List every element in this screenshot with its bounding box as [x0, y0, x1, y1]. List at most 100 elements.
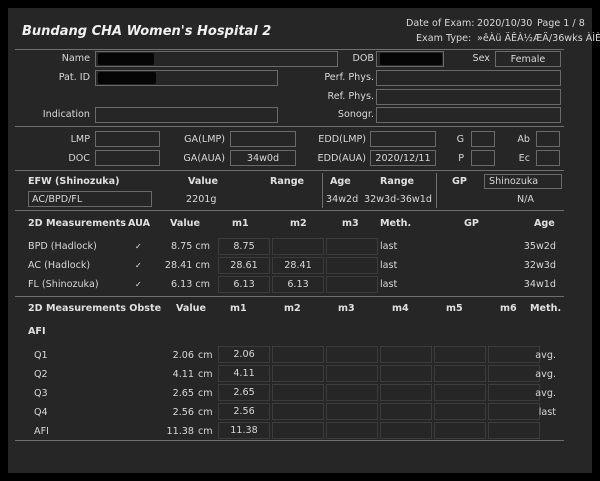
- m2d-aua-header: AUA: [128, 218, 151, 229]
- obst-m2-header: m2: [284, 303, 301, 314]
- obst-m6-cell[interactable]: [488, 422, 540, 439]
- efw-formula-select[interactable]: AC/BPD/FL: [28, 191, 152, 207]
- perf-phys-label: Perf. Phys.: [324, 72, 374, 83]
- m2d-m1-cell[interactable]: 28.61: [218, 257, 270, 274]
- p-label: P: [458, 153, 464, 164]
- m2d-m1-cell[interactable]: 8.75: [218, 238, 270, 255]
- obst-m4-cell[interactable]: [380, 384, 432, 401]
- obst-row-value: 4.11: [172, 369, 194, 380]
- g-field[interactable]: [471, 131, 495, 147]
- obst-row-unit: cm: [198, 350, 213, 361]
- obst-m4-cell[interactable]: [380, 422, 432, 439]
- m2d-m2-cell[interactable]: [272, 238, 324, 255]
- obst-row-name: Q2: [34, 369, 48, 380]
- gp-method-select[interactable]: Shinozuka: [484, 174, 562, 189]
- m2d-row-age: 32w3d: [523, 260, 556, 271]
- obst-m4-cell[interactable]: [380, 365, 432, 382]
- obst-m1-cell[interactable]: 2.56: [218, 403, 270, 420]
- obst-row-meth: avg.: [535, 388, 556, 399]
- sonogr-label: Sonogr.: [337, 109, 374, 120]
- page-indicator: Page 1 / 8: [537, 18, 585, 29]
- m2d-m3-cell[interactable]: [326, 257, 378, 274]
- report-window: Bundang CHA Women's Hospital 2 Date of E…: [8, 8, 600, 473]
- obst-m1-header: m1: [230, 303, 247, 314]
- edd-aua-field[interactable]: 2020/12/11: [370, 150, 436, 166]
- ga-lmp-field[interactable]: [230, 131, 296, 147]
- obst-m2-cell[interactable]: [272, 346, 324, 363]
- obst-m3-cell[interactable]: [326, 384, 378, 401]
- obst-m5-header: m5: [446, 303, 463, 314]
- m2d-m2-cell[interactable]: 6.13: [272, 276, 324, 293]
- obst-m5-cell[interactable]: [434, 422, 486, 439]
- obst-m1-cell[interactable]: 11.38: [218, 422, 270, 439]
- obst-m5-cell[interactable]: [434, 346, 486, 363]
- edd-lmp-field[interactable]: [370, 131, 436, 147]
- ab-field[interactable]: [536, 131, 560, 147]
- exam-date: 2020/10/30: [477, 18, 533, 29]
- obst-m4-cell[interactable]: [380, 403, 432, 420]
- obst-m5-cell[interactable]: [434, 365, 486, 382]
- obst-m3-cell[interactable]: [326, 422, 378, 439]
- obst-row-name: AFI: [34, 426, 49, 437]
- dob-redaction: [380, 53, 442, 65]
- obst-m3-cell[interactable]: [326, 365, 378, 382]
- obst-row-unit: cm: [198, 369, 213, 380]
- obst-m6-header: m6: [500, 303, 517, 314]
- obst-row-name: Q3: [34, 388, 48, 399]
- perf-phys-field[interactable]: [376, 70, 561, 86]
- ga-aua-field[interactable]: 34w0d: [230, 150, 296, 166]
- sonogr-field[interactable]: [376, 107, 561, 123]
- m2d-m1-cell[interactable]: 6.13: [218, 276, 270, 293]
- obst-row-value: 2.06: [172, 350, 194, 361]
- patid-redaction: [98, 72, 156, 84]
- obst-row-name: Q1: [34, 350, 48, 361]
- edd-aua-label: EDD(AUA): [317, 153, 366, 164]
- obst-m4-cell[interactable]: [380, 346, 432, 363]
- obst-row-unit: cm: [198, 388, 213, 399]
- patid-label: Pat. ID: [58, 72, 90, 83]
- divider-4: [15, 296, 564, 297]
- afi-section-label: AFI: [28, 326, 46, 337]
- m2d-m3-cell[interactable]: [326, 276, 378, 293]
- m2d-age-header: Age: [534, 218, 555, 229]
- efw-title: EFW (Shinozuka): [28, 176, 120, 187]
- obst-row-value: 2.65: [172, 388, 194, 399]
- efw-age-header: Age: [330, 176, 351, 187]
- obst-m2-cell[interactable]: [272, 384, 324, 401]
- sex-label: Sex: [472, 53, 490, 64]
- obst-m5-cell[interactable]: [434, 403, 486, 420]
- exam-type-label: Exam Type:: [416, 33, 472, 44]
- aua-check-icon[interactable]: ✓: [135, 280, 142, 289]
- header-divider: [15, 49, 564, 50]
- aua-check-icon[interactable]: ✓: [135, 261, 142, 270]
- doc-field[interactable]: [95, 150, 160, 166]
- obst-m1-cell[interactable]: 2.06: [218, 346, 270, 363]
- indication-field[interactable]: [95, 107, 278, 123]
- obst-m2-cell[interactable]: [272, 365, 324, 382]
- ec-field[interactable]: [536, 150, 560, 166]
- efw-range2-header: Range: [380, 176, 415, 187]
- ga-aua-label: GA(AUA): [183, 153, 225, 164]
- ref-phys-field[interactable]: [376, 89, 561, 105]
- obst-m1-cell[interactable]: 2.65: [218, 384, 270, 401]
- obst-m2-cell[interactable]: [272, 403, 324, 420]
- m2d-m2-cell[interactable]: 28.41: [272, 257, 324, 274]
- ga-lmp-label: GA(LMP): [184, 134, 225, 145]
- obst-m5-cell[interactable]: [434, 384, 486, 401]
- efw-age: 34w2d: [326, 194, 359, 205]
- aua-check-icon[interactable]: ✓: [135, 242, 142, 251]
- name-label: Name: [61, 53, 90, 64]
- ref-phys-label: Ref. Phys.: [327, 91, 374, 102]
- lmp-field[interactable]: [95, 131, 160, 147]
- p-field[interactable]: [471, 150, 495, 166]
- obst-m2-cell[interactable]: [272, 422, 324, 439]
- obst-m3-cell[interactable]: [326, 346, 378, 363]
- m2d-m3-cell[interactable]: [326, 238, 378, 255]
- divider-2: [15, 170, 564, 171]
- divider-3: [15, 210, 564, 211]
- obst-m3-cell[interactable]: [326, 403, 378, 420]
- obst-row-unit: cm: [198, 426, 213, 437]
- sex-field[interactable]: Female: [495, 51, 561, 67]
- efw-gp-header: GP: [452, 176, 467, 187]
- obst-m1-cell[interactable]: 4.11: [218, 365, 270, 382]
